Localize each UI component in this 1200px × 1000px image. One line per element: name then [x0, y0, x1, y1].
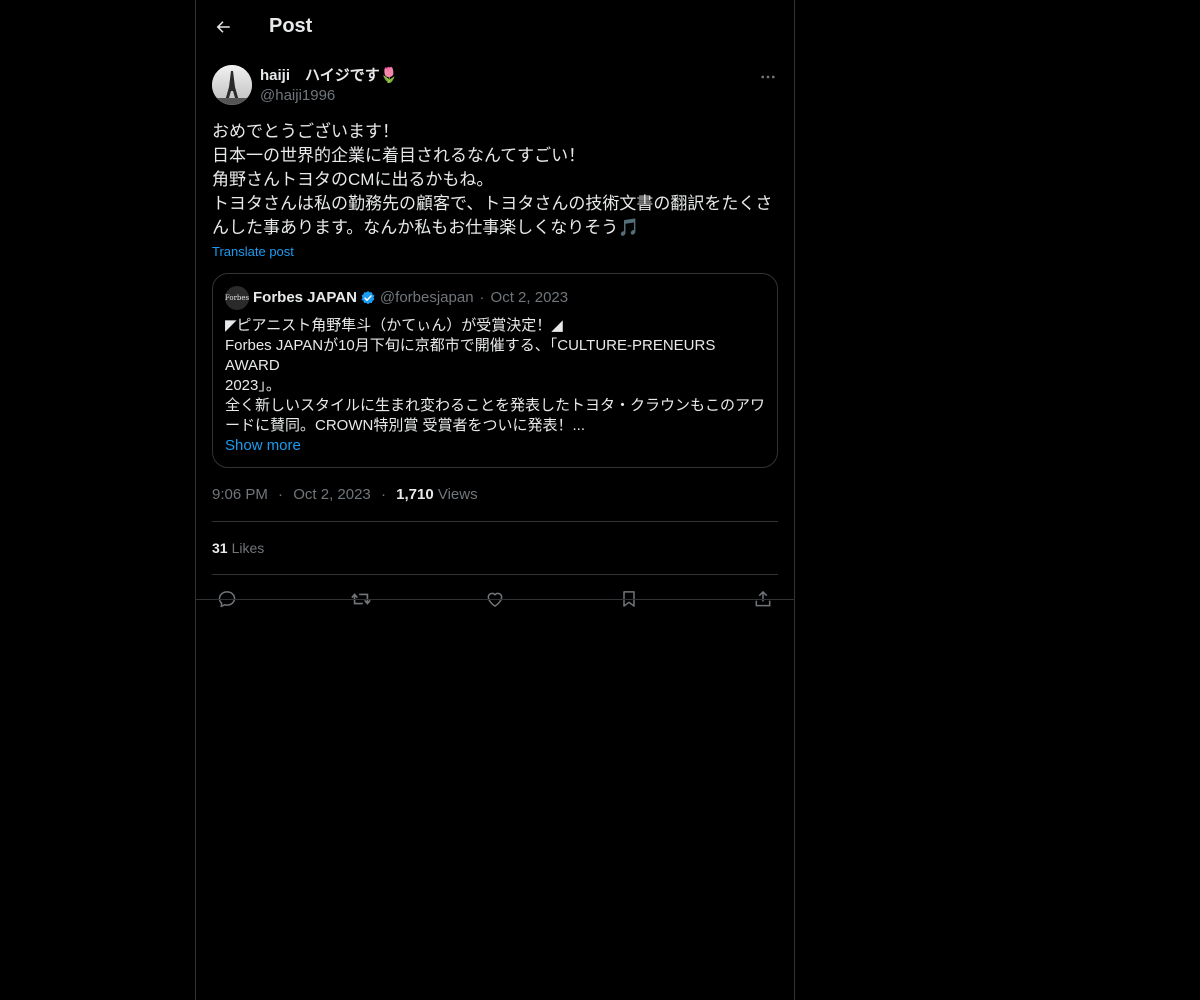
page-title: Post [269, 15, 313, 37]
quote-date: Oct 2, 2023 [490, 289, 569, 306]
separator-dot: · [479, 289, 485, 306]
post: haiji ハイジです🌷 @haiji1996 おめでとうございます！ 日本一の… [196, 53, 794, 622]
separator-dot: · [380, 486, 386, 503]
quote-text-line: ◤ピアニスト角野隼斗（かてぃん）が受賞決定！◢ [225, 317, 563, 334]
page-header: Post [196, 0, 794, 53]
back-button[interactable] [212, 16, 234, 38]
likes-stat[interactable]: 31 Likes [212, 522, 778, 575]
quote-text-line: 全く新しいスタイルに生まれ変わることを発表したトヨタ・クラウンもこのアワ [225, 397, 766, 414]
author-handle[interactable]: @haiji1996 [260, 86, 398, 106]
post-text-line: トヨタさんは私の勤務先の顧客で、トヨタさんの技術文書の翻訳をたくさ [212, 194, 773, 213]
back-arrow-icon [216, 20, 230, 33]
quote-text: ◤ピアニスト角野隼斗（かてぃん）が受賞決定！◢ Forbes JAPANが10月… [225, 316, 765, 436]
quote-avatar: Forbes [225, 286, 249, 310]
post-divider [196, 599, 794, 600]
avatar[interactable] [212, 65, 252, 105]
separator-dot: · [278, 486, 284, 503]
avatar-photo-icon [212, 65, 252, 105]
translate-post-link[interactable]: Translate post [212, 244, 294, 260]
verified-badge-icon [360, 290, 376, 306]
quote-text-line: 2023」。 [225, 377, 281, 394]
show-more-link[interactable]: Show more [225, 436, 765, 456]
post-date[interactable]: Oct 2, 2023 [293, 486, 371, 503]
quote-author-name: Forbes JAPAN [253, 289, 357, 306]
post-text: おめでとうございます！ 日本一の世界的企業に着目されるなんてすごい！ 角野さんト… [212, 120, 778, 240]
more-options-button[interactable] [758, 67, 778, 87]
author-name[interactable]: haiji ハイジです🌷 [260, 66, 398, 86]
more-dots-icon [761, 75, 775, 79]
quote-text-line: Forbes JAPANが10月下旬に京都市で開催する、「CULTURE-PRE… [225, 337, 716, 374]
views-label: Views [437, 486, 478, 503]
likes-count: 31 [212, 540, 228, 556]
post-meta: 9:06 PM · Oct 2, 2023 · 1,710 Views [212, 485, 778, 522]
post-text-line: んした事あります。なんか私もお仕事楽しくなりそう🎵 [212, 218, 640, 237]
post-text-line: 日本一の世界的企業に着目されるなんてすごい！ [212, 146, 586, 165]
quoted-post-header: Forbes Forbes JAPAN @forbesjapan · Oct 2… [225, 286, 765, 310]
post-column: Post haiji ハイジです🌷 @haiji1996 おめでとうございます！… [195, 0, 795, 1000]
likes-label: Likes [231, 540, 265, 556]
post-text-line: 角野さんトヨタのCMに出るかもね。 [212, 170, 494, 189]
post-time[interactable]: 9:06 PM [212, 486, 268, 503]
quote-author-handle: @forbesjapan [379, 289, 474, 306]
quote-text-line: ードに賛同。CROWN特別賞 受賞者をついに発表！... [225, 417, 585, 434]
quoted-post[interactable]: Forbes Forbes JAPAN @forbesjapan · Oct 2… [212, 273, 778, 468]
post-text-line: おめでとうございます！ [212, 122, 399, 141]
views-count: 1,710 [396, 486, 434, 503]
author-row: haiji ハイジです🌷 @haiji1996 [212, 65, 778, 106]
